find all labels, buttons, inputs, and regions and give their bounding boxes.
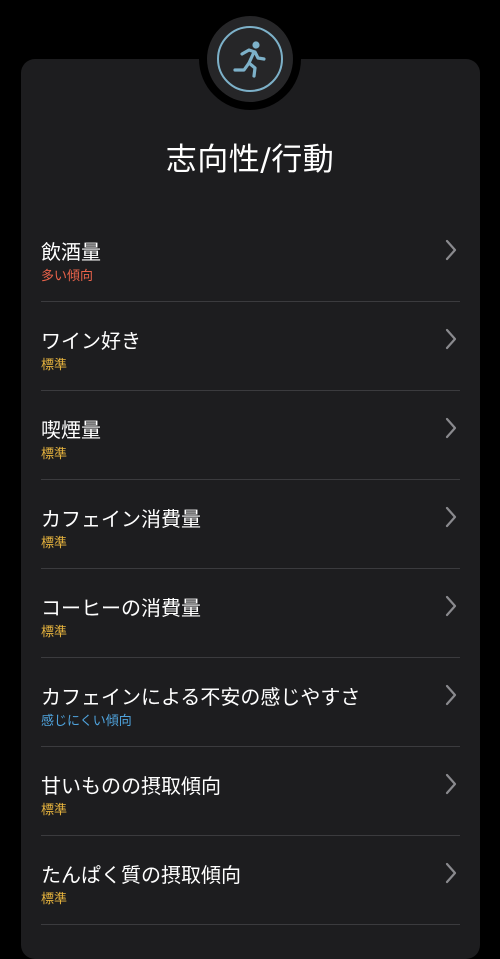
list-item[interactable]: たんぱく質の摂取傾向標準 [41,836,460,925]
trait-label: たんぱく質の摂取傾向 [41,863,241,887]
chevron-right-icon [445,773,457,795]
trait-list: 飲酒量 多い傾向 ワイン好き 標準 喫煙量 標準 カフェイン消費量 標準 コーヒーの消費量 標準カ… [41,213,460,925]
trait-status: 感じにくい傾向 [41,714,132,729]
list-item[interactable]: 甘いものの摂取傾向標準 [41,747,460,836]
chevron-right-icon [445,595,457,617]
list-item[interactable]: カフェインによる不安の感じやすさ感じにくい傾向 [41,658,460,747]
trait-label: カフェイン消費量 [41,507,201,531]
trait-status: 標準 [41,358,68,373]
category-badge [199,8,301,110]
chevron-right-icon [445,862,457,884]
trait-label: 甘いものの摂取傾向 [41,774,221,798]
chevron-right-icon [445,239,457,261]
trait-label: カフェインによる不安の感じやすさ [41,685,361,709]
trait-status: 多い傾向 [41,269,94,284]
running-person-icon [217,26,283,92]
list-item[interactable]: カフェイン消費量標準 [41,480,460,569]
trait-label: ワイン好き [41,329,141,353]
chevron-right-icon [445,506,457,528]
trait-status: 標準 [41,447,68,462]
trait-status: 標準 [41,892,68,907]
list-item[interactable]: コーヒーの消費量標準 [41,569,460,658]
trait-label: 喫煙量 [41,418,101,442]
chevron-right-icon [445,328,457,350]
chevron-right-icon [445,684,457,706]
list-item[interactable]: 飲酒量 多い傾向 [41,213,460,302]
trait-status: 標準 [41,536,68,551]
page-title: 志向性/行動 [165,142,335,178]
trait-label: 飲酒量 [41,240,101,264]
list-item[interactable]: 喫煙量 標準 [41,391,460,480]
list-item[interactable]: ワイン好き 標準 [41,302,460,391]
trait-label: コーヒーの消費量 [41,596,201,620]
category-badge-inner [207,16,293,102]
trait-status: 標準 [41,625,68,640]
chevron-right-icon [445,417,457,439]
trait-status: 標準 [41,803,68,818]
